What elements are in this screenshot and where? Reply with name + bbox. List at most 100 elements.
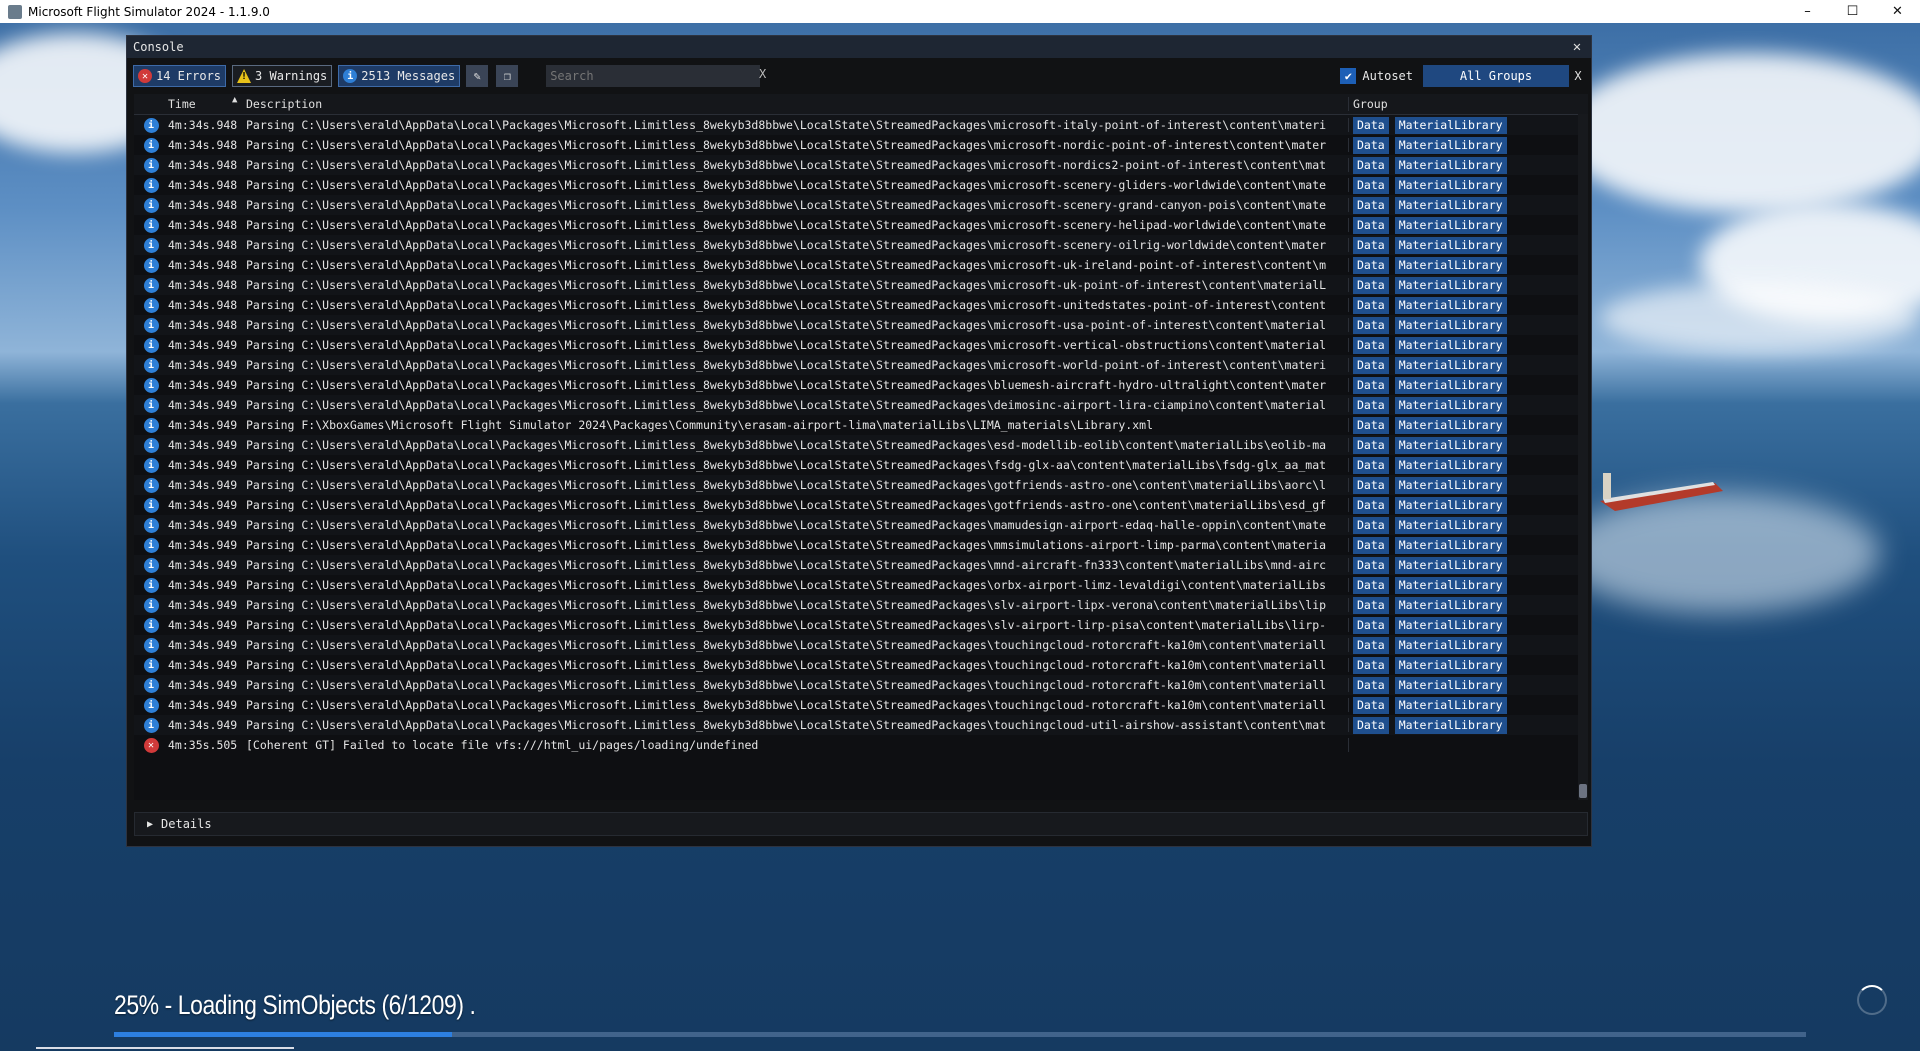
group-tag-materiallibrary[interactable]: MaterialLibrary (1394, 336, 1507, 354)
time-column-header[interactable]: Time ▲ (168, 97, 246, 111)
warnings-filter-button[interactable]: ! 3 Warnings (232, 65, 333, 87)
group-tag-materiallibrary[interactable]: MaterialLibrary (1394, 316, 1507, 334)
group-tag-materiallibrary[interactable]: MaterialLibrary (1394, 436, 1507, 454)
close-console-icon[interactable]: ✕ (1569, 39, 1585, 55)
group-tag-materiallibrary[interactable]: MaterialLibrary (1394, 236, 1507, 254)
table-row[interactable]: i 4m:34s.949 Parsing C:\Users\erald\AppDat… (134, 595, 1588, 615)
table-row[interactable]: i 4m:34s.949 Parsing C:\Users\erald\AppDat… (134, 615, 1588, 635)
group-tag-data[interactable]: Data (1353, 416, 1389, 434)
group-tag-data[interactable]: Data (1353, 156, 1389, 174)
group-tag-materiallibrary[interactable]: MaterialLibrary (1394, 356, 1507, 374)
group-tag-materiallibrary[interactable]: MaterialLibrary (1394, 576, 1507, 594)
group-tag-materiallibrary[interactable]: MaterialLibrary (1394, 656, 1507, 674)
group-tag-materiallibrary[interactable]: MaterialLibrary (1394, 496, 1507, 514)
table-row[interactable]: i 4m:34s.949 Parsing C:\Users\erald\AppDat… (134, 455, 1588, 475)
group-tag-data[interactable]: Data (1353, 696, 1389, 714)
autoset-checkbox[interactable]: ✔ (1340, 68, 1357, 84)
table-row[interactable]: i 4m:34s.949 Parsing C:\Users\erald\AppDat… (134, 635, 1588, 655)
group-tag-data[interactable]: Data (1353, 256, 1389, 274)
table-row[interactable]: i 4m:34s.949 Parsing C:\Users\erald\AppDat… (134, 575, 1588, 595)
group-tag-materiallibrary[interactable]: MaterialLibrary (1394, 636, 1507, 654)
group-tag-data[interactable]: Data (1353, 356, 1389, 374)
group-tag-data[interactable]: Data (1353, 296, 1389, 314)
group-tag-materiallibrary[interactable]: MaterialLibrary (1394, 136, 1507, 154)
search-clear-button[interactable]: X (759, 67, 766, 81)
group-tag-data[interactable]: Data (1353, 236, 1389, 254)
table-row[interactable]: i 4m:34s.949 Parsing C:\Users\erald\AppDat… (134, 715, 1588, 735)
table-row[interactable]: i 4m:34s.948 Parsing C:\Users\erald\AppDat… (134, 295, 1588, 315)
errors-filter-button[interactable]: ✕ 14 Errors (133, 65, 227, 87)
group-tag-materiallibrary[interactable]: MaterialLibrary (1394, 396, 1507, 414)
messages-filter-button[interactable]: i 2513 Messages (338, 65, 461, 87)
group-tag-materiallibrary[interactable]: MaterialLibrary (1394, 296, 1507, 314)
group-tag-data[interactable]: Data (1353, 316, 1389, 334)
group-tag-materiallibrary[interactable]: MaterialLibrary (1394, 156, 1507, 174)
group-tag-materiallibrary[interactable]: MaterialLibrary (1394, 196, 1507, 214)
table-row[interactable]: i 4m:34s.949 Parsing C:\Users\erald\AppDat… (134, 655, 1588, 675)
group-tag-data[interactable]: Data (1353, 716, 1389, 734)
group-tag-data[interactable]: Data (1353, 396, 1389, 414)
group-tag-materiallibrary[interactable]: MaterialLibrary (1394, 616, 1507, 634)
table-row[interactable]: i 4m:34s.948 Parsing C:\Users\erald\AppDat… (134, 195, 1588, 215)
table-row[interactable]: i 4m:34s.948 Parsing C:\Users\erald\AppDat… (134, 235, 1588, 255)
group-tag-materiallibrary[interactable]: MaterialLibrary (1394, 716, 1507, 734)
group-tag-data[interactable]: Data (1353, 496, 1389, 514)
table-row[interactable]: i 4m:34s.948 Parsing C:\Users\erald\AppDat… (134, 315, 1588, 335)
table-row[interactable]: i 4m:34s.948 Parsing C:\Users\erald\AppDat… (134, 115, 1588, 135)
group-tag-data[interactable]: Data (1353, 676, 1389, 694)
group-tag-data[interactable]: Data (1353, 336, 1389, 354)
group-tag-data[interactable]: Data (1353, 276, 1389, 294)
table-row[interactable]: i 4m:34s.948 Parsing C:\Users\erald\AppDat… (134, 135, 1588, 155)
group-tag-materiallibrary[interactable]: MaterialLibrary (1394, 536, 1507, 554)
group-tag-data[interactable]: Data (1353, 116, 1389, 134)
group-tag-data[interactable]: Data (1353, 536, 1389, 554)
search-input[interactable] (546, 65, 761, 87)
group-tag-materiallibrary[interactable]: MaterialLibrary (1394, 696, 1507, 714)
table-row[interactable]: i 4m:34s.949 Parsing C:\Users\erald\AppDat… (134, 355, 1588, 375)
minimize-button[interactable]: – (1785, 0, 1830, 23)
details-expander[interactable]: ▶ Details (134, 812, 1588, 836)
table-row[interactable]: ✕ 4m:35s.505 [Coherent GT] Failed to locat… (134, 735, 1588, 755)
group-tag-data[interactable]: Data (1353, 216, 1389, 234)
group-tag-materiallibrary[interactable]: MaterialLibrary (1394, 116, 1507, 134)
group-tag-data[interactable]: Data (1353, 136, 1389, 154)
table-row[interactable]: i 4m:34s.949 Parsing C:\Users\erald\AppDat… (134, 555, 1588, 575)
table-row[interactable]: i 4m:34s.948 Parsing C:\Users\erald\AppDat… (134, 175, 1588, 195)
group-tag-materiallibrary[interactable]: MaterialLibrary (1394, 556, 1507, 574)
table-row[interactable]: i 4m:34s.949 Parsing C:\Users\erald\AppDat… (134, 535, 1588, 555)
table-row[interactable]: i 4m:34s.948 Parsing C:\Users\erald\AppDat… (134, 155, 1588, 175)
scrollbar-thumb[interactable] (1579, 784, 1587, 798)
group-tag-data[interactable]: Data (1353, 596, 1389, 614)
group-tag-materiallibrary[interactable]: MaterialLibrary (1394, 176, 1507, 194)
maximize-button[interactable]: ☐ (1830, 0, 1875, 23)
group-tag-materiallibrary[interactable]: MaterialLibrary (1394, 516, 1507, 534)
group-tag-materiallibrary[interactable]: MaterialLibrary (1394, 476, 1507, 494)
group-tag-data[interactable]: Data (1353, 456, 1389, 474)
group-tag-data[interactable]: Data (1353, 376, 1389, 394)
group-tag-data[interactable]: Data (1353, 436, 1389, 454)
group-tag-materiallibrary[interactable]: MaterialLibrary (1394, 276, 1507, 294)
table-row[interactable]: i 4m:34s.949 Parsing C:\Users\erald\AppDat… (134, 395, 1588, 415)
table-row[interactable]: i 4m:34s.949 Parsing C:\Users\erald\AppDat… (134, 675, 1588, 695)
groups-select[interactable]: All Groups (1423, 65, 1569, 87)
group-tag-data[interactable]: Data (1353, 176, 1389, 194)
group-tag-data[interactable]: Data (1353, 636, 1389, 654)
group-tag-materiallibrary[interactable]: MaterialLibrary (1394, 256, 1507, 274)
group-tag-materiallibrary[interactable]: MaterialLibrary (1394, 456, 1507, 474)
copy-icon[interactable]: ❐ (496, 65, 519, 87)
table-row[interactable]: i 4m:34s.948 Parsing C:\Users\erald\AppDat… (134, 275, 1588, 295)
description-column-header[interactable]: Description (246, 97, 1349, 111)
table-row[interactable]: i 4m:34s.949 Parsing C:\Users\erald\AppDat… (134, 335, 1588, 355)
table-row[interactable]: i 4m:34s.949 Parsing C:\Users\erald\AppDat… (134, 375, 1588, 395)
group-tag-data[interactable]: Data (1353, 616, 1389, 634)
groups-clear-button[interactable]: X (1571, 65, 1585, 87)
group-tag-materiallibrary[interactable]: MaterialLibrary (1394, 416, 1507, 434)
group-tag-materiallibrary[interactable]: MaterialLibrary (1394, 596, 1507, 614)
group-tag-materiallibrary[interactable]: MaterialLibrary (1394, 676, 1507, 694)
table-row[interactable]: i 4m:34s.948 Parsing C:\Users\erald\AppDat… (134, 215, 1588, 235)
vertical-scrollbar[interactable] (1578, 114, 1588, 800)
table-row[interactable]: i 4m:34s.949 Parsing C:\Users\erald\AppDat… (134, 495, 1588, 515)
eraser-icon[interactable]: ✎ (466, 65, 489, 87)
group-column-header[interactable]: Group (1349, 97, 1588, 111)
group-tag-data[interactable]: Data (1353, 656, 1389, 674)
